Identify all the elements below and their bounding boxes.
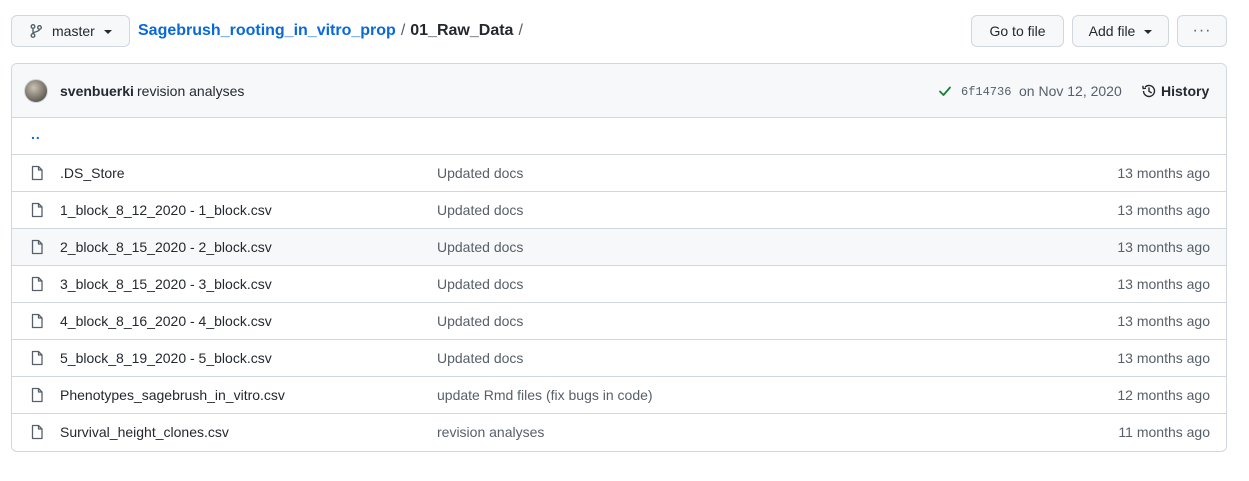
breadcrumb-separator: / <box>518 22 523 39</box>
file-row[interactable]: 1_block_8_12_2020 - 1_block.csv Updated d… <box>12 192 1226 229</box>
commit-message[interactable]: revision analyses <box>137 83 244 99</box>
breadcrumb-current-dir: 01_Raw_Data <box>410 22 514 39</box>
file-name-link[interactable]: 4_block_8_16_2020 - 4_block.csv <box>60 313 272 329</box>
file-icon <box>29 276 45 292</box>
chevron-down-icon <box>1144 30 1153 34</box>
file-age: 13 months ago <box>1117 313 1210 329</box>
history-link[interactable]: History <box>1141 83 1209 99</box>
file-list: .. .DS_Store Updated docs 13 months ago 1_b… <box>12 118 1226 451</box>
branch-select-button[interactable]: master <box>11 15 130 47</box>
file-name-link[interactable]: 1_block_8_12_2020 - 1_block.csv <box>60 202 272 218</box>
file-commit-message-link[interactable]: Updated docs <box>437 313 523 329</box>
file-icon <box>29 239 45 255</box>
chevron-down-icon <box>103 30 112 34</box>
file-age: 13 months ago <box>1117 239 1210 255</box>
commit-date: on Nov 12, 2020 <box>1019 83 1122 99</box>
file-age: 13 months ago <box>1117 202 1210 218</box>
file-age: 12 months ago <box>1117 387 1210 403</box>
file-row[interactable]: 4_block_8_16_2020 - 4_block.csv Updated d… <box>12 303 1226 340</box>
file-row[interactable]: .DS_Store Updated docs 13 months ago <box>12 155 1226 192</box>
file-commit-message-link[interactable]: Updated docs <box>437 202 523 218</box>
history-label: History <box>1161 83 1210 99</box>
file-row[interactable]: 5_block_8_19_2020 - 5_block.csv Updated d… <box>12 340 1226 377</box>
git-branch-icon <box>28 23 44 39</box>
breadcrumb-separator: / <box>400 22 406 39</box>
file-name-link[interactable]: Phenotypes_sagebrush_in_vitro.csv <box>60 387 285 403</box>
parent-directory-row: .. <box>12 118 1226 155</box>
file-age: 11 months ago <box>1118 424 1210 440</box>
file-icon <box>29 424 45 440</box>
repo-nav-bar: master Sagebrush_rooting_in_vitro_prop /… <box>11 15 1227 47</box>
file-name-link[interactable]: 5_block_8_19_2020 - 5_block.csv <box>60 350 272 366</box>
file-name-link[interactable]: .DS_Store <box>60 165 125 181</box>
branch-name: master <box>52 23 95 39</box>
file-icon <box>29 165 45 181</box>
file-row[interactable]: 3_block_8_15_2020 - 3_block.csv Updated d… <box>12 266 1226 303</box>
avatar[interactable] <box>24 79 48 103</box>
commit-author[interactable]: svenbuerki <box>60 83 134 99</box>
breadcrumb: Sagebrush_rooting_in_vitro_prop / 01_Raw… <box>138 15 528 47</box>
file-age: 13 months ago <box>1117 165 1210 181</box>
file-browser: svenbuerki revision analyses 6f14736 on … <box>11 63 1227 452</box>
add-file-label: Add file <box>1088 23 1136 39</box>
check-icon[interactable] <box>937 83 953 99</box>
commit-sha[interactable]: 6f14736 <box>961 85 1011 99</box>
file-name-link[interactable]: 2_block_8_15_2020 - 2_block.csv <box>60 239 272 255</box>
file-icon <box>29 350 45 366</box>
history-icon <box>1141 83 1157 99</box>
file-commit-message-link[interactable]: update Rmd files (fix bugs in code) <box>437 387 653 403</box>
file-commit-message-link[interactable]: revision analyses <box>437 424 544 440</box>
file-name-link[interactable]: 3_block_8_15_2020 - 3_block.csv <box>60 276 272 292</box>
add-file-button[interactable]: Add file <box>1072 15 1169 47</box>
breadcrumb-repo-link[interactable]: Sagebrush_rooting_in_vitro_prop <box>138 22 396 40</box>
go-to-file-button[interactable]: Go to file <box>971 15 1064 47</box>
file-commit-message-link[interactable]: Updated docs <box>437 165 523 181</box>
file-row[interactable]: Survival_height_clones.csv revision analy… <box>12 414 1226 451</box>
file-name-link[interactable]: Survival_height_clones.csv <box>60 424 229 440</box>
file-commit-message-link[interactable]: Updated docs <box>437 350 523 366</box>
file-row[interactable]: 2_block_8_15_2020 - 2_block.csv Updated d… <box>12 229 1226 266</box>
more-options-button[interactable]: ··· <box>1177 15 1227 47</box>
file-age: 13 months ago <box>1117 350 1210 366</box>
file-commit-message-link[interactable]: Updated docs <box>437 239 523 255</box>
parent-directory-link[interactable]: .. <box>31 126 41 142</box>
file-age: 13 months ago <box>1117 276 1210 292</box>
file-commit-message-link[interactable]: Updated docs <box>437 276 523 292</box>
file-icon <box>29 387 45 403</box>
file-row[interactable]: Phenotypes_sagebrush_in_vitro.csv update … <box>12 377 1226 414</box>
file-icon <box>29 313 45 329</box>
file-icon <box>29 202 45 218</box>
latest-commit-bar: svenbuerki revision analyses 6f14736 on … <box>12 64 1226 118</box>
